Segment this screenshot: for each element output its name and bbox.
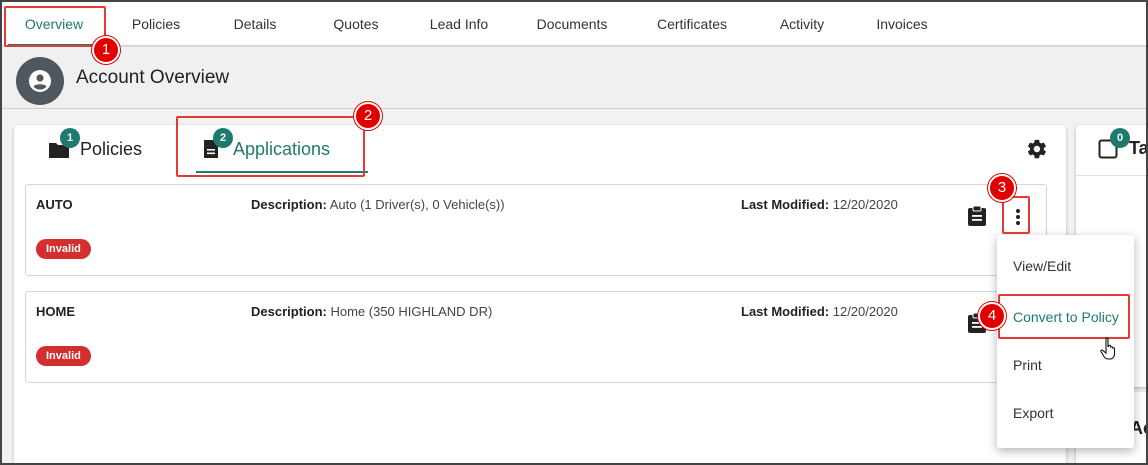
tab-policies[interactable]: Policies: [117, 2, 195, 46]
clipboard-icon[interactable]: [967, 205, 987, 232]
application-modified: Last Modified: 12/20/2020: [741, 304, 898, 319]
page-title: Account Overview: [76, 67, 230, 88]
card-tab-policies[interactable]: 1 Policies: [44, 125, 164, 173]
tab-quotes[interactable]: Quotes: [318, 2, 394, 46]
step-marker-3: 3: [988, 174, 1016, 202]
step-marker-4: 4: [978, 302, 1006, 330]
hand-pointer-icon: [1099, 337, 1119, 366]
modified-value: 12/20/2020: [832, 197, 898, 212]
top-nav: Overview Policies Details Quotes Lead In…: [2, 2, 1146, 46]
step-marker-1: 1: [92, 36, 120, 64]
menu-item-export[interactable]: Export: [997, 389, 1134, 437]
active-tab-underline: [196, 171, 368, 173]
status-badge: Invalid: [36, 239, 91, 259]
gear-icon[interactable]: [1026, 138, 1048, 165]
tab-lead-info[interactable]: Lead Info: [414, 2, 504, 46]
description-value: Auto (1 Driver(s), 0 Vehicle(s)): [329, 197, 505, 212]
application-modified: Last Modified: 12/20/2020: [741, 197, 898, 212]
account-header: Account Overview: [2, 47, 1146, 109]
applications-card: 1 Policies 2 Applications AUTO Descripti…: [14, 125, 1066, 463]
more-options-icon[interactable]: [1005, 201, 1031, 233]
tab-activity[interactable]: Activity: [766, 2, 838, 46]
tab-documents[interactable]: Documents: [524, 2, 620, 46]
application-type: HOME: [36, 304, 75, 319]
menu-item-convert-to-policy[interactable]: Convert to Policy: [997, 293, 1134, 341]
application-row-home: HOME Description: Home (350 HIGHLAND DR)…: [25, 291, 1047, 383]
application-row-auto: AUTO Description: Auto (1 Driver(s), 0 V…: [25, 184, 1047, 276]
description-label: Description:: [251, 304, 327, 319]
card-tab-label: Policies: [80, 139, 143, 159]
application-description: Description: Home (350 HIGHLAND DR): [251, 304, 492, 319]
tab-certificates[interactable]: Certificates: [642, 2, 742, 46]
modified-label: Last Modified:: [741, 304, 830, 319]
description-label: Description:: [251, 197, 327, 212]
tasks-title: Ta: [1129, 138, 1148, 158]
app-window: Overview Policies Details Quotes Lead In…: [0, 0, 1148, 465]
tasks-count-badge: 0: [1110, 128, 1130, 148]
step-marker-2: 2: [354, 102, 382, 130]
application-description: Description: Auto (1 Driver(s), 0 Vehicl…: [251, 197, 505, 212]
tab-invoices[interactable]: Invoices: [864, 2, 940, 46]
menu-item-view-edit[interactable]: View/Edit: [997, 242, 1134, 290]
application-type: AUTO: [36, 197, 73, 212]
divider: [1076, 175, 1146, 176]
card-tab-applications[interactable]: 2 Applications: [186, 125, 368, 173]
tab-overview[interactable]: Overview: [8, 2, 100, 46]
card-tabs: 1 Policies 2 Applications: [14, 125, 1066, 175]
applications-count-badge: 2: [213, 128, 233, 148]
card-tab-label: Applications: [233, 139, 331, 159]
modified-value: 12/20/2020: [832, 304, 898, 319]
tab-details[interactable]: Details: [222, 2, 288, 46]
account-circle-icon: [16, 57, 64, 105]
policies-count-badge: 1: [60, 128, 80, 148]
modified-label: Last Modified:: [741, 197, 830, 212]
description-value: Home (350 HIGHLAND DR): [330, 304, 493, 319]
status-badge: Invalid: [36, 346, 91, 366]
